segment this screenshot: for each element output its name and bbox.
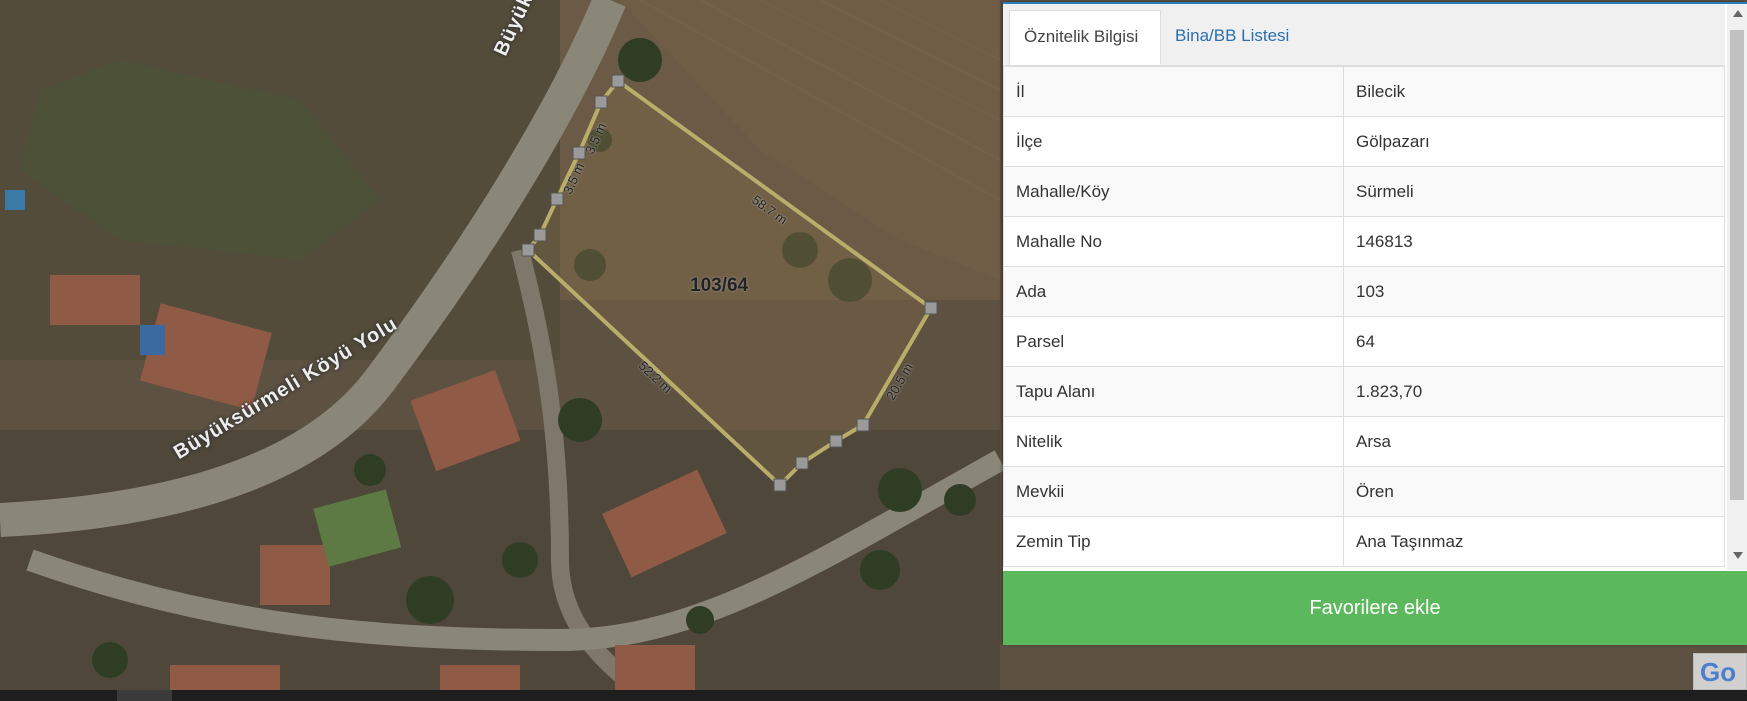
tab-building-list[interactable]: Bina/BB Listesi: [1161, 10, 1303, 65]
table-row: İl Bilecik: [1003, 66, 1725, 117]
parcel-label: 103/64: [690, 275, 749, 296]
scroll-down-arrow-icon[interactable]: [1733, 552, 1743, 559]
row-key: İlçe: [1003, 116, 1344, 167]
table-row: Zemin Tip Ana Taşınmaz: [1003, 516, 1725, 567]
row-value: 64: [1343, 316, 1725, 367]
row-key: İl: [1003, 66, 1344, 117]
row-key: Mahalle/Köy: [1003, 166, 1344, 217]
row-value: Ana Taşınmaz: [1343, 516, 1725, 567]
row-key: Tapu Alanı: [1003, 366, 1344, 417]
attribute-table: İl Bilecik İlçe Gölpazarı Mahalle/Köy Sürme…: [1003, 66, 1725, 571]
tab-bar: Öznitelik Bilgisi Bina/BB Listesi: [1003, 4, 1725, 66]
add-to-favorites-button[interactable]: Favorilere ekle: [1003, 571, 1747, 645]
table-row: Mevkii Ören: [1003, 466, 1725, 517]
row-key: Parsel: [1003, 316, 1344, 367]
row-key: Zemin Tip: [1003, 516, 1344, 567]
tab-attribute-info[interactable]: Öznitelik Bilgisi: [1009, 10, 1161, 65]
row-value: Arsa: [1343, 416, 1725, 467]
table-row: Nitelik Arsa: [1003, 416, 1725, 467]
table-row: İlçe Gölpazarı: [1003, 116, 1725, 167]
bottom-bar-segment: [117, 690, 172, 701]
row-value: Gölpazarı: [1343, 116, 1725, 167]
row-value: Sürmeli: [1343, 166, 1725, 217]
table-row: Ada 103: [1003, 266, 1725, 317]
row-value: 146813: [1343, 216, 1725, 267]
table-row: Parsel 64: [1003, 316, 1725, 367]
scroll-up-arrow-icon[interactable]: [1733, 10, 1743, 17]
row-key: Mahalle No: [1003, 216, 1344, 267]
row-value: 103: [1343, 266, 1725, 317]
row-key: Mevkii: [1003, 466, 1344, 517]
panel-scrollbar[interactable]: [1727, 4, 1747, 570]
table-row: Tapu Alanı 1.823,70: [1003, 366, 1725, 417]
row-value: Ören: [1343, 466, 1725, 517]
table-row: Mahalle No 146813: [1003, 216, 1725, 267]
scroll-thumb[interactable]: [1730, 30, 1744, 500]
row-value: 1.823,70: [1343, 366, 1725, 417]
row-key: Nitelik: [1003, 416, 1344, 467]
row-value: Bilecik: [1343, 66, 1725, 117]
info-panel: Öznitelik Bilgisi Bina/BB Listesi İl Bile…: [1003, 2, 1747, 645]
row-key: Ada: [1003, 266, 1344, 317]
table-row: Mahalle/Köy Sürmeli: [1003, 166, 1725, 217]
google-logo: Go: [1693, 653, 1747, 690]
bottom-bar: [0, 690, 1747, 701]
